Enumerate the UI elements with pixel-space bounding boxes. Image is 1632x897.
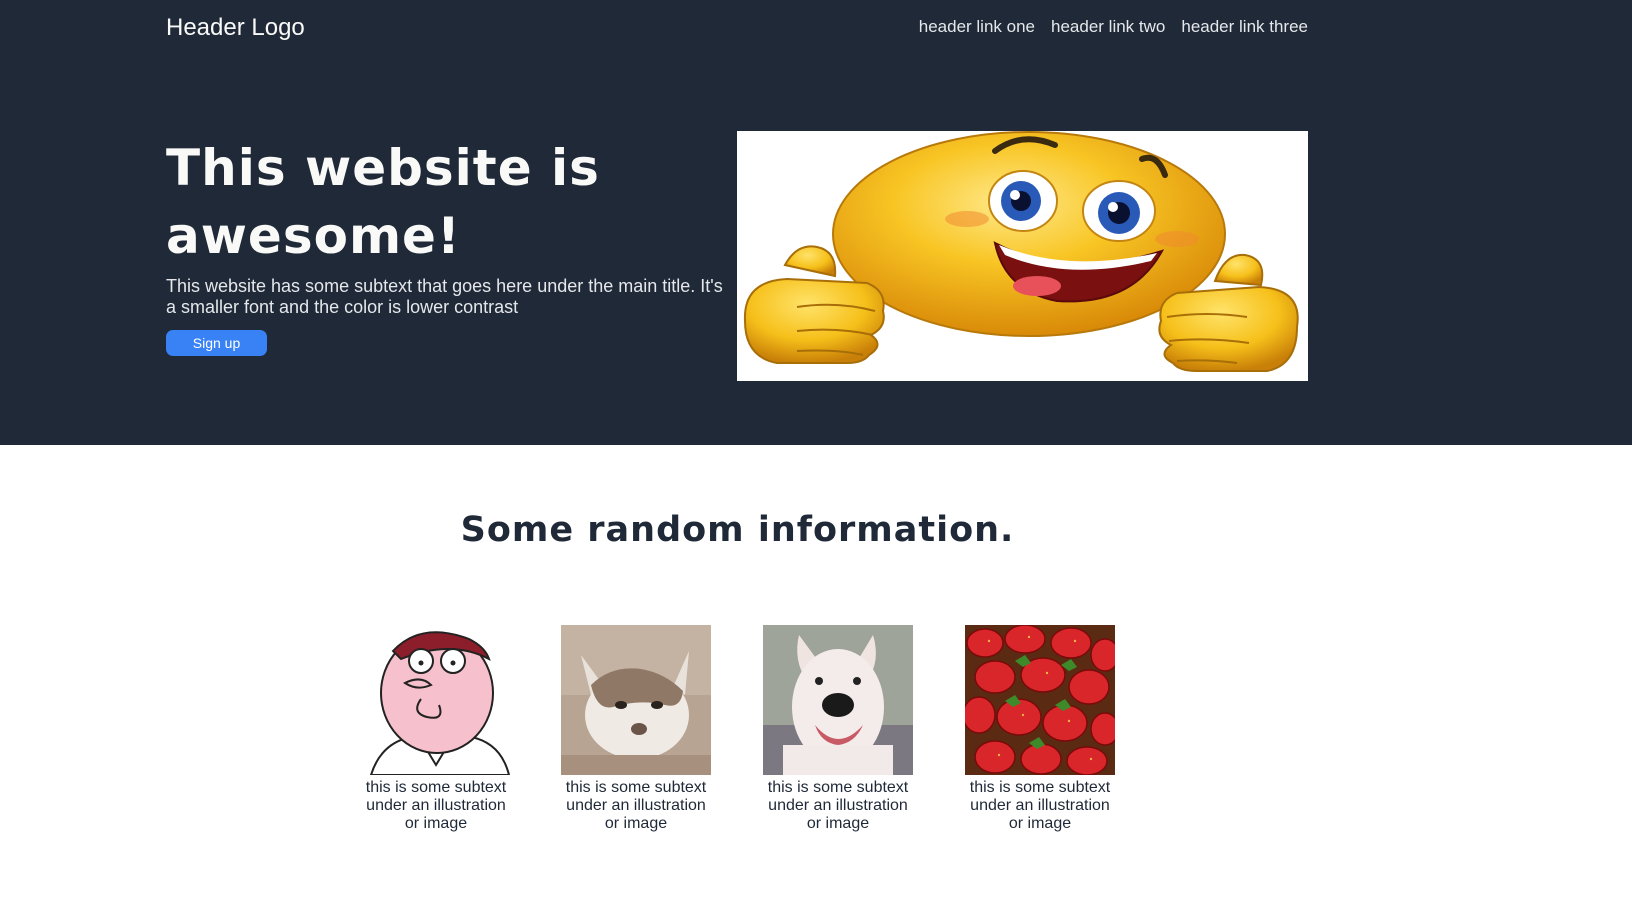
card-item: this is some subtext under an illustrati… [561, 625, 711, 833]
hero-title: This website is awesome! [166, 139, 600, 265]
cartoon-man-illustration [361, 625, 511, 775]
header-link-three[interactable]: header link three [1181, 17, 1308, 37]
header-link-two[interactable]: header link two [1051, 17, 1165, 37]
info-title: Some random information. [460, 510, 1015, 550]
card-caption: this is some subtext under an illustrati… [969, 779, 1111, 832]
card-item: this is some subtext under an illustrati… [965, 625, 1115, 833]
signup-button[interactable]: Sign up [166, 330, 267, 356]
card-caption: this is some subtext under an illustrati… [365, 779, 507, 832]
header-logo[interactable]: Header Logo [166, 14, 305, 42]
hero-section: Header Logo header link one header link … [0, 0, 1632, 445]
header-nav: header link one header link two header l… [919, 17, 1308, 37]
card-caption: this is some subtext under an illustrati… [565, 779, 707, 832]
thumbs-up-smiley-icon [737, 131, 1308, 381]
card-item: this is some subtext under an illustrati… [361, 625, 511, 833]
strawberries-photo [965, 625, 1115, 775]
header-link-one[interactable]: header link one [919, 17, 1035, 37]
card-caption: this is some subtext under an illustrati… [767, 779, 909, 832]
hero-subtext: This website has some subtext that goes … [166, 276, 723, 317]
cat-photo [561, 625, 711, 775]
dog-photo [763, 625, 913, 775]
card-item: this is some subtext under an illustrati… [763, 625, 913, 833]
